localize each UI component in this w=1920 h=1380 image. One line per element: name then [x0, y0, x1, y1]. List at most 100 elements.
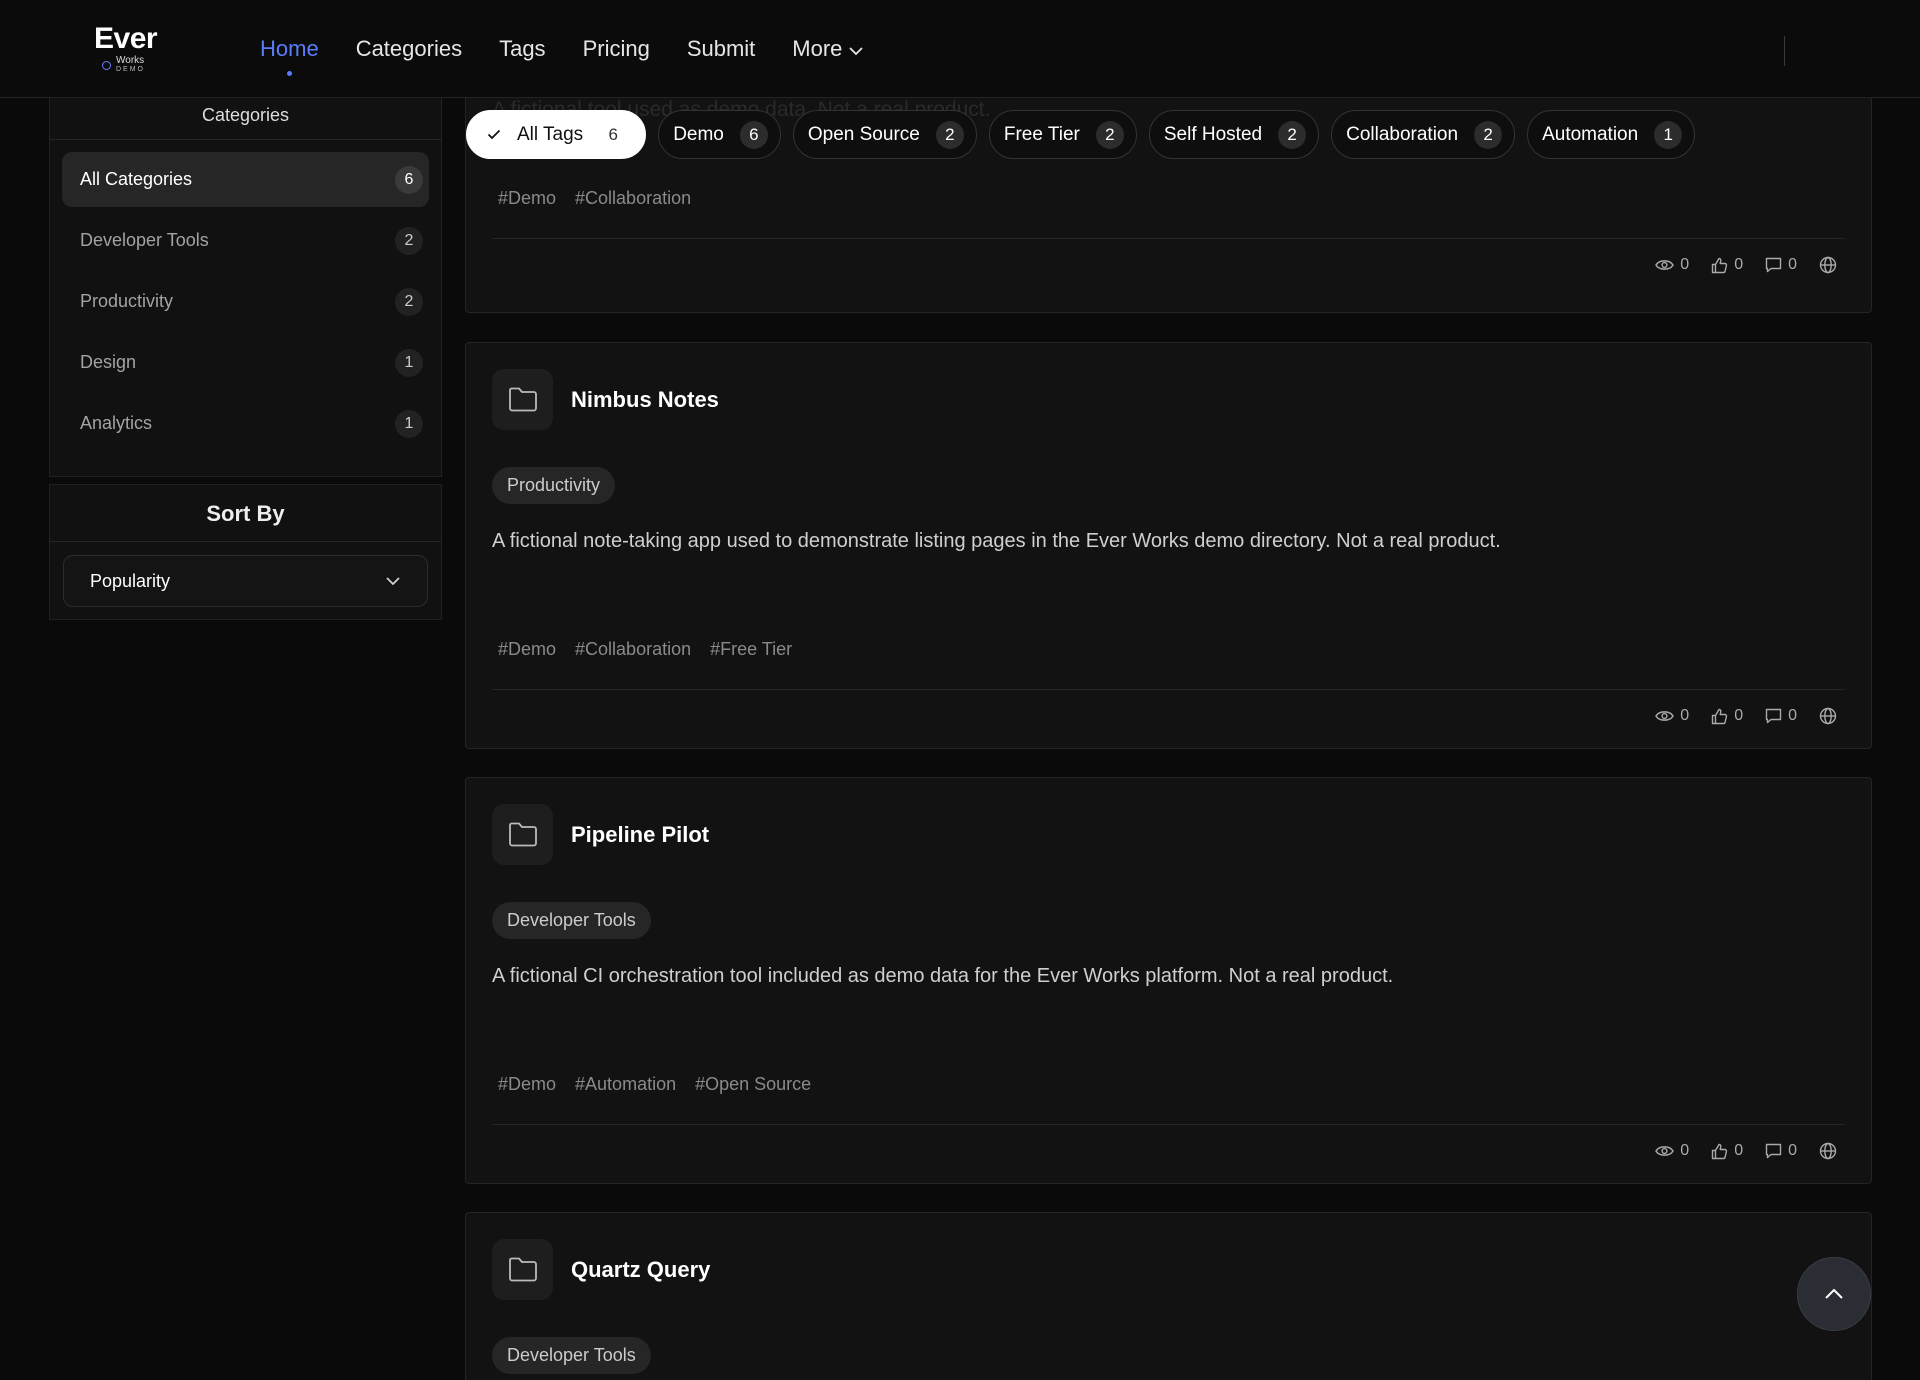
site-logo[interactable]: Ever Works DEMO	[94, 24, 164, 78]
tag-filter-count: 2	[1095, 120, 1124, 149]
scroll-to-top-button[interactable]	[1797, 1257, 1871, 1331]
card-tag[interactable]: #Demo	[498, 639, 556, 660]
logo-dot-icon	[102, 61, 111, 70]
card-tags: #Demo #Automation #Open Source	[498, 1074, 811, 1095]
listing-card[interactable]: Quartz Query Developer Tools	[465, 1212, 1872, 1380]
eye-icon	[1655, 260, 1675, 270]
category-item-developer-tools[interactable]: Developer Tools 2	[62, 213, 429, 268]
card-title[interactable]: Nimbus Notes	[571, 387, 719, 413]
globe-icon[interactable]	[1819, 707, 1837, 725]
card-tag[interactable]: #Demo	[498, 1074, 556, 1095]
card-stats: 0 0 0	[1655, 707, 1837, 725]
card-tag[interactable]: #Open Source	[695, 1074, 811, 1095]
comments-count: 0	[1788, 1142, 1797, 1159]
nav-more-label: More	[792, 36, 843, 61]
comment-icon	[1765, 708, 1782, 724]
logo-demo-text: DEMO	[116, 66, 145, 73]
nav-pricing[interactable]: Pricing	[583, 36, 650, 62]
nav-more[interactable]: More	[792, 36, 864, 62]
tag-filter-label: Automation	[1542, 123, 1639, 145]
tag-filter-label: Self Hosted	[1163, 123, 1263, 145]
tag-filter-count: 6	[739, 120, 768, 149]
listing-card[interactable]: Pipeline Pilot Developer Tools A fiction…	[465, 777, 1872, 1184]
nav-submit[interactable]: Submit	[687, 36, 755, 62]
card-title[interactable]: Pipeline Pilot	[571, 822, 709, 848]
check-icon	[487, 129, 501, 140]
comments-stat[interactable]: 0	[1765, 256, 1797, 274]
card-category-badge[interactable]: Productivity	[492, 467, 616, 504]
tag-filter-label: Open Source	[807, 123, 920, 145]
card-tag[interactable]: #Collaboration	[575, 639, 691, 660]
folder-icon	[492, 804, 553, 865]
logo-sub: Works DEMO	[102, 56, 145, 74]
views-stat: 0	[1655, 1142, 1689, 1160]
category-count: 1	[395, 409, 423, 438]
thumbs-up-icon	[1711, 708, 1728, 724]
thumbs-up-icon	[1711, 1143, 1728, 1159]
logo-works-text: Works	[116, 55, 145, 66]
listing-card[interactable]: Nimbus Notes Productivity A fictional no…	[465, 342, 1872, 749]
sort-select[interactable]: Popularity	[63, 555, 428, 607]
category-name: Developer Tools	[80, 230, 209, 250]
card-category-badge[interactable]: Developer Tools	[492, 1337, 651, 1374]
tag-filter-all[interactable]: All Tags 6	[466, 110, 647, 159]
category-item-design[interactable]: Design 1	[62, 335, 429, 390]
views-count: 0	[1680, 707, 1690, 724]
tag-filter-demo[interactable]: Demo 6	[658, 110, 781, 159]
category-count: 2	[395, 287, 423, 316]
tag-filter-label: Free Tier	[1003, 123, 1080, 145]
sidebar-sort: Sort By Popularity	[49, 484, 442, 620]
top-header: Ever Works DEMO Home Categories Tags Pri…	[0, 0, 1920, 98]
category-item-all[interactable]: All Categories 6	[62, 152, 429, 207]
nav-categories[interactable]: Categories	[356, 36, 462, 62]
card-title[interactable]: Quartz Query	[571, 1257, 710, 1283]
main-nav: Home Categories Tags Pricing Submit More	[260, 36, 864, 76]
sort-selected-value: Popularity	[90, 570, 171, 591]
chevron-down-icon	[849, 47, 864, 56]
card-tag[interactable]: #Automation	[575, 1074, 676, 1095]
chevron-up-icon	[1825, 1288, 1843, 1299]
category-item-productivity[interactable]: Productivity 2	[62, 274, 429, 329]
globe-icon[interactable]	[1819, 256, 1837, 274]
card-tag[interactable]: #Collaboration	[575, 188, 691, 209]
tag-filter-open-source[interactable]: Open Source 2	[792, 110, 977, 159]
card-tag[interactable]: #Demo	[498, 188, 556, 209]
card-stats: 0 0 0	[1655, 256, 1837, 274]
tag-filter-collaboration[interactable]: Collaboration 2	[1331, 110, 1516, 159]
nav-home[interactable]: Home	[260, 36, 319, 76]
header-divider	[1784, 36, 1785, 66]
tag-filter-count: 2	[1278, 120, 1307, 149]
comments-stat[interactable]: 0	[1765, 1142, 1797, 1160]
likes-stat[interactable]: 0	[1711, 1142, 1743, 1160]
tag-filter-label: Demo	[673, 123, 724, 145]
likes-stat[interactable]: 0	[1711, 707, 1743, 725]
tag-filter-free-tier[interactable]: Free Tier 2	[988, 110, 1137, 159]
comments-stat[interactable]: 0	[1765, 707, 1797, 725]
card-tag[interactable]: #Free Tier	[710, 639, 792, 660]
eye-icon	[1655, 1146, 1675, 1156]
card-divider	[492, 238, 1845, 239]
category-name: All Categories	[80, 169, 193, 189]
tag-filter-label: Collaboration	[1346, 123, 1459, 145]
card-category-badge[interactable]: Developer Tools	[492, 902, 651, 939]
globe-icon[interactable]	[1819, 1142, 1837, 1160]
tag-filter-automation[interactable]: Automation 1	[1527, 110, 1696, 159]
category-list: All Categories 6 Developer Tools 2 Produ…	[50, 140, 441, 451]
card-header: Nimbus Notes	[492, 369, 719, 430]
eye-icon	[1655, 711, 1675, 721]
comment-icon	[1765, 257, 1782, 273]
card-divider	[492, 689, 1845, 690]
card-stats: 0 0 0	[1655, 1142, 1837, 1160]
likes-stat[interactable]: 0	[1711, 256, 1743, 274]
views-count: 0	[1680, 256, 1690, 273]
tag-filter-self-hosted[interactable]: Self Hosted 2	[1148, 110, 1320, 159]
sidebar-categories: Categories All Categories 6 Developer To…	[49, 98, 442, 477]
card-tags: #Demo #Collaboration	[498, 188, 691, 209]
nav-tags[interactable]: Tags	[499, 36, 545, 62]
card-header: Quartz Query	[492, 1239, 710, 1300]
card-header: Pipeline Pilot	[492, 804, 709, 865]
category-name: Productivity	[80, 291, 174, 311]
views-stat: 0	[1655, 256, 1689, 274]
category-name: Design	[80, 352, 137, 372]
category-item-analytics[interactable]: Analytics 1	[62, 396, 429, 451]
